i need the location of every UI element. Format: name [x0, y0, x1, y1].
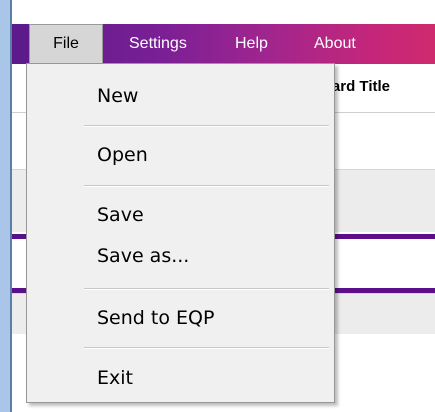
title-strip — [12, 0, 435, 24]
menu-separator — [84, 288, 329, 290]
column-header-title: ard Title — [331, 78, 390, 95]
menu-about[interactable]: About — [314, 24, 356, 64]
menu-file[interactable]: File — [29, 24, 103, 64]
menu-item-save[interactable]: Save — [97, 204, 144, 226]
menu-separator — [84, 125, 329, 127]
file-dropdown-menu: New Open Save Save as... Send to EQP Exi… — [26, 63, 335, 403]
menu-help[interactable]: Help — [235, 24, 268, 64]
menu-icon-gutter — [27, 64, 77, 402]
menu-item-save-as[interactable]: Save as... — [97, 245, 189, 267]
menu-item-new[interactable]: New — [97, 85, 138, 107]
menu-separator — [84, 347, 329, 349]
menu-item-open[interactable]: Open — [97, 144, 148, 166]
app-window: File Settings Help About ard Title New O… — [0, 0, 435, 412]
menu-item-send-to-eqp[interactable]: Send to EQP — [97, 307, 214, 329]
menu-settings[interactable]: Settings — [129, 24, 187, 64]
menu-separator — [84, 185, 329, 187]
menu-item-exit[interactable]: Exit — [97, 367, 133, 389]
menubar: File Settings Help About — [12, 24, 435, 64]
